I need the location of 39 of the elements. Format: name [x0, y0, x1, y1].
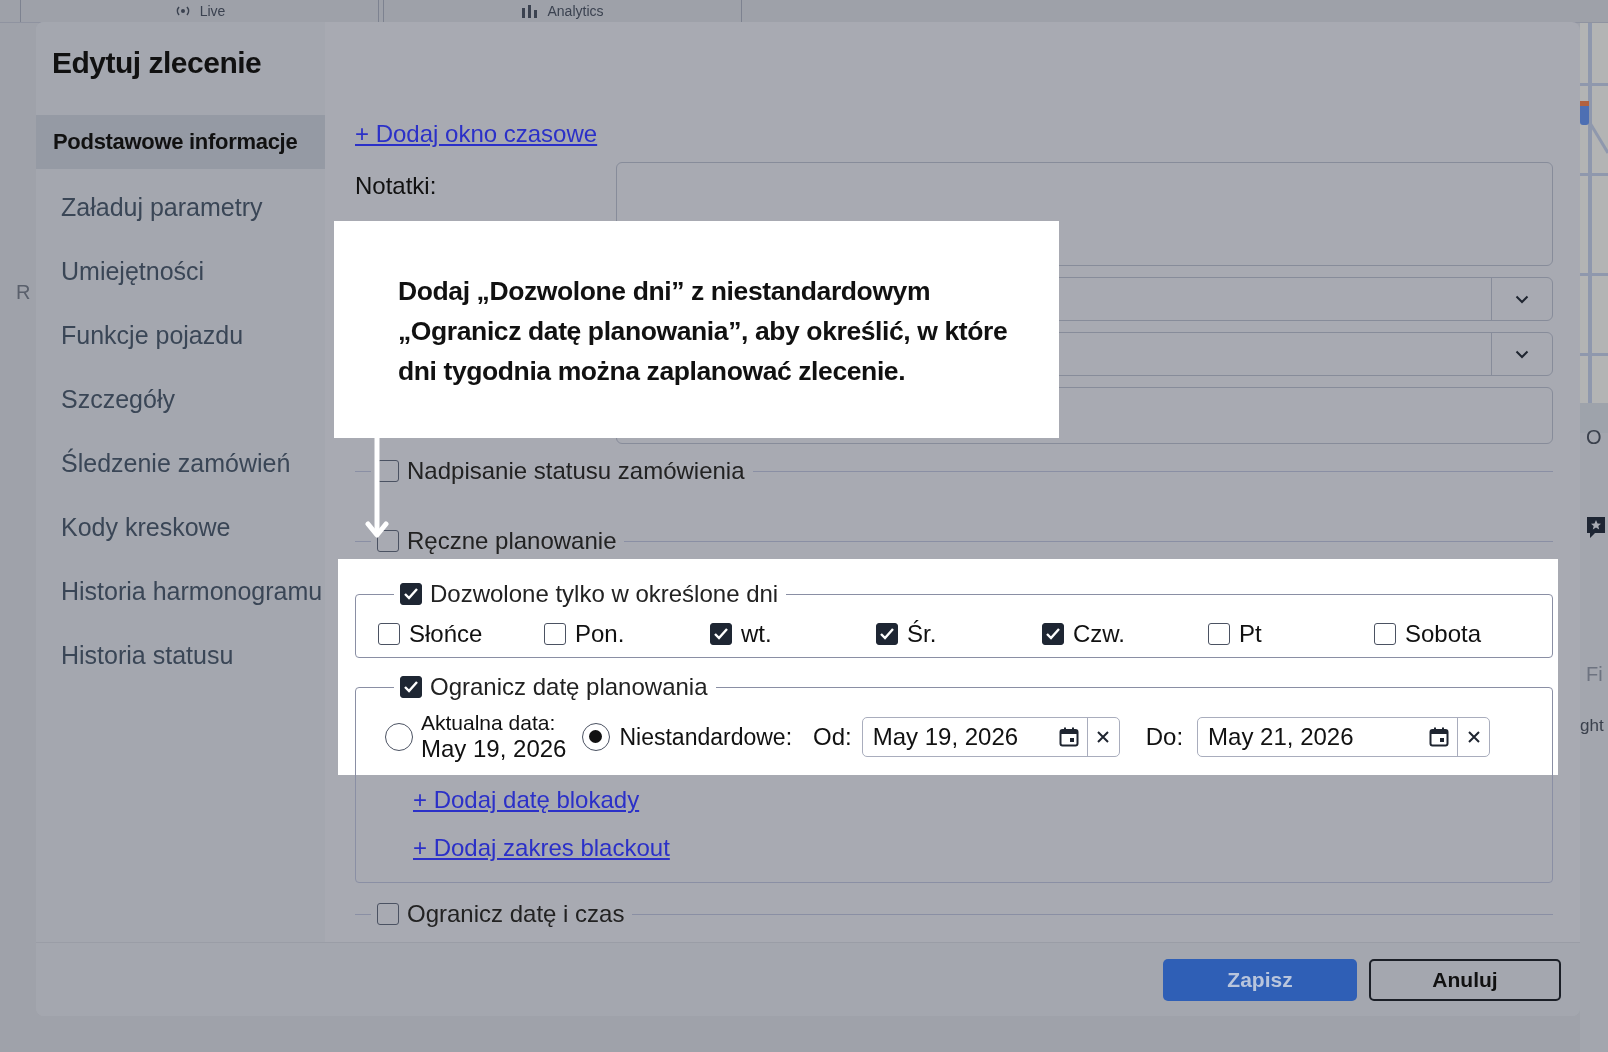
sidebar-item[interactable]: Kody kreskowe	[36, 495, 325, 559]
radio-label: Aktualna data:	[421, 711, 557, 735]
sidebar-item[interactable]: Funkcje pojazdu	[36, 303, 325, 367]
add-date-link[interactable]: + Dodaj datę blokady	[413, 786, 640, 814]
save-button[interactable]: Zapisz	[1163, 958, 1357, 1001]
radio-label: Niestandardowe:	[619, 723, 793, 751]
checkbox-label: Ogranicz datę i czas	[407, 900, 625, 928]
text-fragment: R	[16, 281, 31, 304]
notes-label: Notatki:	[355, 171, 438, 201]
callout-text: Dodaj „Dozwolone dni” z niestandardowym „Ogranicz datę planowania”, aby określić, w które dni tygodnia można zaplanować zlecenie.	[398, 275, 1009, 388]
checkbox-label: wt.	[741, 620, 772, 648]
checkbox-label: Czw.	[1073, 620, 1125, 648]
sidebar-item[interactable]: Szczegóły	[36, 367, 325, 431]
current-date: May 19, 2026	[421, 735, 567, 763]
date-value: May 19, 2026	[872, 723, 1020, 751]
sidebar-item[interactable]: Śledzenie zamówień	[36, 431, 325, 495]
sidebar-item[interactable]: Załaduj parametry	[36, 175, 325, 239]
text-fragment: ght	[1580, 716, 1604, 736]
sidebar-item[interactable]: Podstawowe informacje	[36, 115, 325, 169]
checkbox-label: Ręczne planowanie	[407, 527, 617, 555]
checkbox-label: Sobota	[1405, 620, 1482, 648]
checkbox-label: Dozwolone tylko w określone dni	[430, 580, 779, 608]
from-label: Od:	[813, 723, 852, 751]
date-value: May 21, 2026	[1208, 723, 1355, 751]
cancel-button[interactable]: Anuluj	[1369, 958, 1561, 1001]
checkbox-label: Pt	[1239, 620, 1262, 648]
add-time-window-link[interactable]: + Dodaj okno czasowe	[355, 120, 598, 148]
checkbox-label: Śr.	[907, 620, 937, 648]
to-label: Do:	[1145, 723, 1184, 751]
checkbox-label: Ogranicz datę planowania	[430, 673, 708, 701]
add-date-link[interactable]: + Dodaj zakres blackout	[413, 834, 670, 862]
checkbox-label: Nadpisanie statusu zamówienia	[407, 457, 745, 485]
checkbox-label: Pon.	[575, 620, 625, 648]
sidebar-item[interactable]: Historia harmonogramu	[36, 559, 325, 623]
text-fragment: O	[1586, 426, 1602, 449]
dialog-title: Edytuj zlecenie	[51, 45, 263, 81]
checkbox-label: Słońce	[409, 620, 483, 648]
sidebar-item[interactable]: Umiejętności	[36, 239, 325, 303]
sidebar-item[interactable]: Historia statusu	[36, 623, 325, 687]
